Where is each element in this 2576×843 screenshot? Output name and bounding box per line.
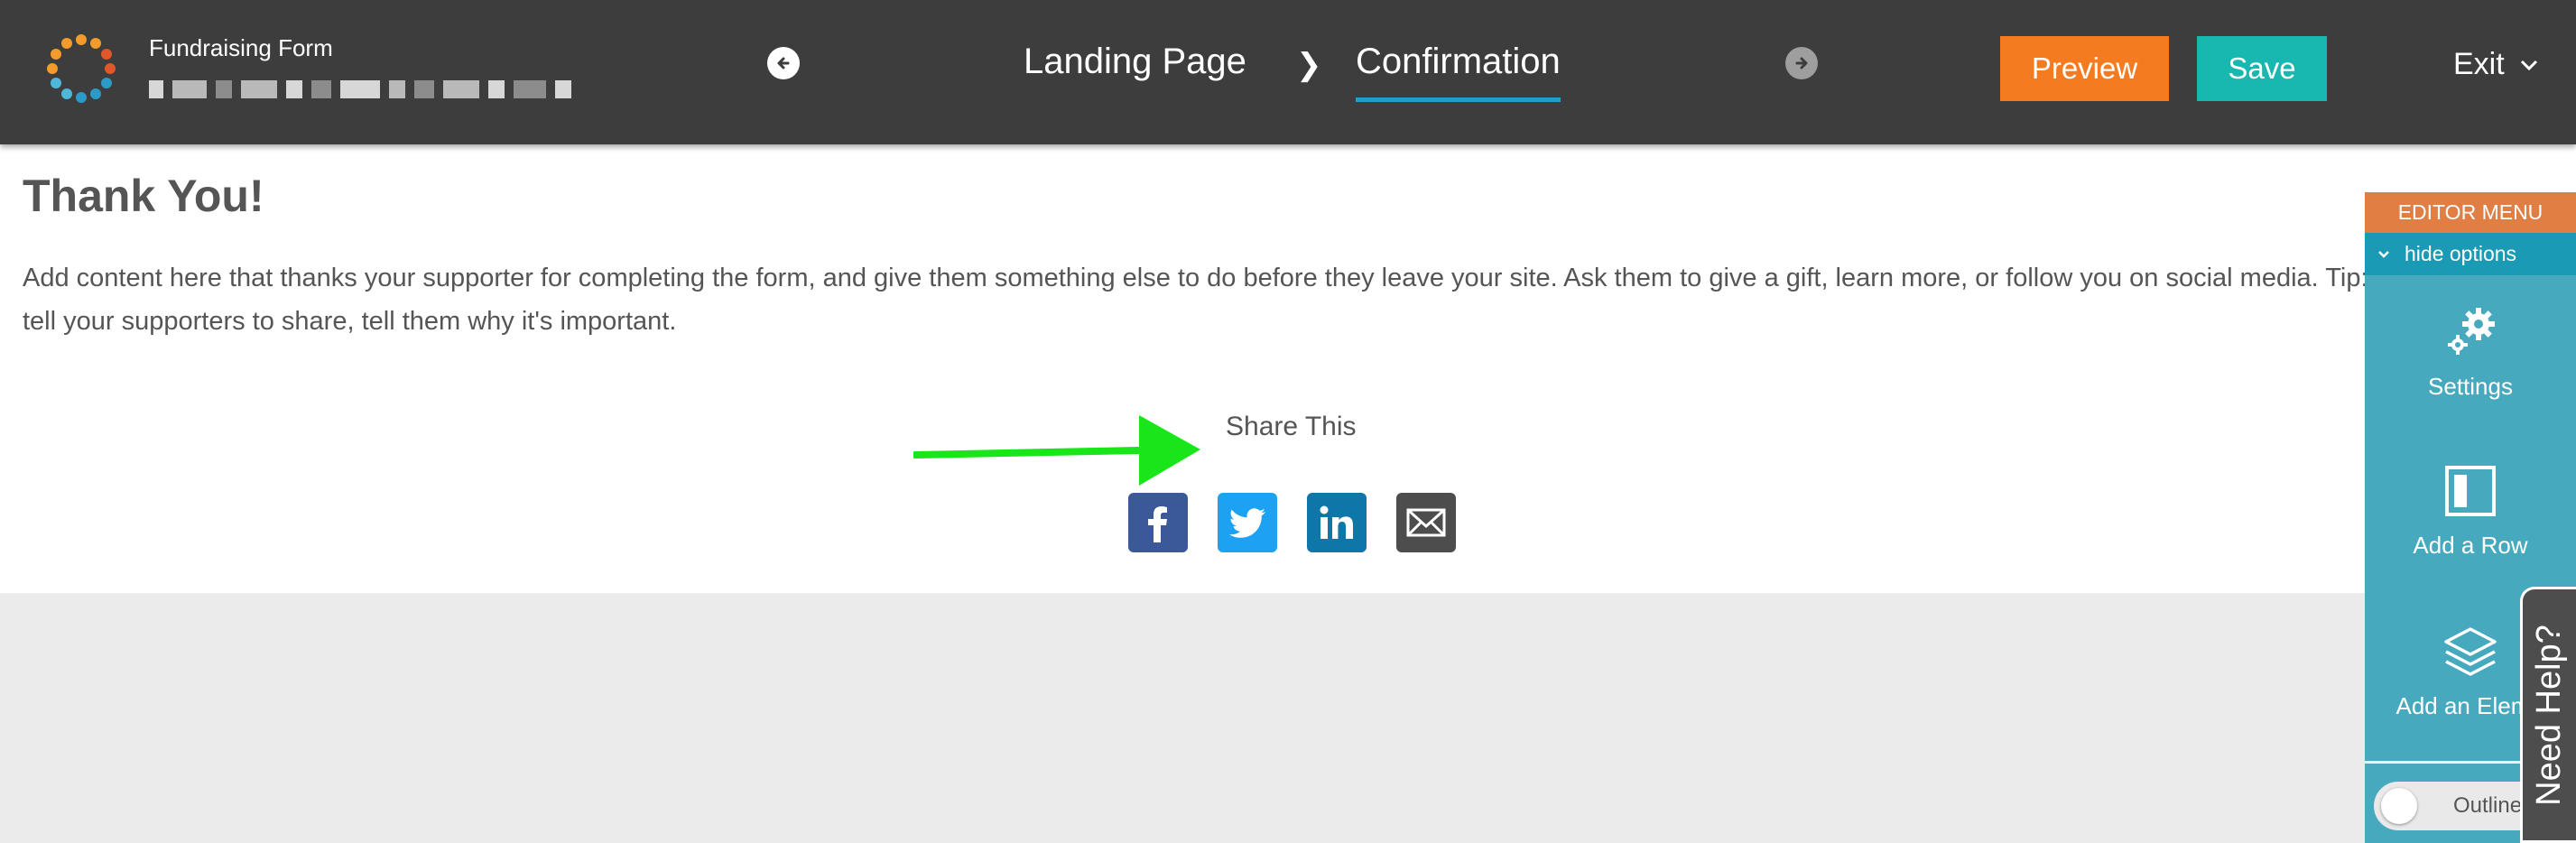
form-type-label: Fundraising Form bbox=[149, 34, 333, 61]
share-buttons bbox=[1128, 493, 1456, 552]
chevron-down-icon bbox=[2520, 60, 2537, 70]
exit-label: Exit bbox=[2453, 47, 2505, 81]
add-row-label: Add a Row bbox=[2413, 532, 2528, 559]
row-layout-icon bbox=[2445, 466, 2496, 516]
step-confirmation[interactable]: Confirmation bbox=[1356, 42, 1561, 82]
facebook-icon bbox=[1148, 506, 1167, 542]
need-help-tab[interactable]: Need Help? bbox=[2520, 587, 2576, 843]
top-bar: Fundraising Form Landing Page ❯ Confirma… bbox=[0, 0, 2576, 144]
gears-icon bbox=[2448, 308, 2495, 355]
arrow-left-circle-icon bbox=[777, 57, 790, 69]
step-separator: ❯ bbox=[1296, 47, 1322, 83]
linkedin-share-button[interactable] bbox=[1307, 493, 1367, 552]
exit-menu[interactable]: Exit bbox=[2453, 47, 2539, 82]
settings-menu-item[interactable]: Settings bbox=[2365, 304, 2576, 401]
page-title[interactable]: Thank You! bbox=[23, 170, 264, 222]
share-this-heading: Share This bbox=[1226, 412, 1357, 441]
preview-button[interactable]: Preview bbox=[2000, 36, 2169, 101]
form-name-redacted bbox=[149, 74, 618, 105]
toggle-knob bbox=[2381, 788, 2417, 824]
confirmation-content: Thank You! Add content here that thanks … bbox=[0, 144, 2576, 593]
email-share-button[interactable] bbox=[1396, 493, 1456, 552]
save-button[interactable]: Save bbox=[2197, 36, 2327, 101]
editor-menu-title: EDITOR MENU bbox=[2365, 192, 2576, 233]
green-arrow-annotation bbox=[913, 415, 1200, 486]
active-step-underline bbox=[1356, 97, 1561, 102]
previous-step-button[interactable] bbox=[767, 47, 800, 79]
outline-label: Outline bbox=[2453, 793, 2523, 818]
need-help-label: Need Help? bbox=[2530, 624, 2568, 806]
thank-you-body-text[interactable]: Add content here that thanks your suppor… bbox=[23, 256, 2514, 343]
settings-label: Settings bbox=[2428, 373, 2513, 400]
layers-icon bbox=[2444, 627, 2497, 676]
twitter-icon bbox=[1228, 508, 1265, 538]
next-step-button[interactable] bbox=[1785, 47, 1818, 79]
hide-options-toggle[interactable]: hide options bbox=[2365, 233, 2576, 275]
step-landing-page[interactable]: Landing Page bbox=[1024, 42, 1246, 82]
chevron-down-icon bbox=[2378, 250, 2389, 258]
hide-options-label: hide options bbox=[2405, 242, 2517, 265]
add-row-menu-item[interactable]: Add a Row bbox=[2365, 463, 2576, 560]
linkedin-icon bbox=[1320, 505, 1353, 539]
email-icon bbox=[1406, 508, 1446, 537]
arrow-right-circle-icon bbox=[1795, 57, 1808, 69]
org-logo bbox=[38, 25, 125, 112]
twitter-share-button[interactable] bbox=[1218, 493, 1277, 552]
facebook-share-button[interactable] bbox=[1128, 493, 1188, 552]
